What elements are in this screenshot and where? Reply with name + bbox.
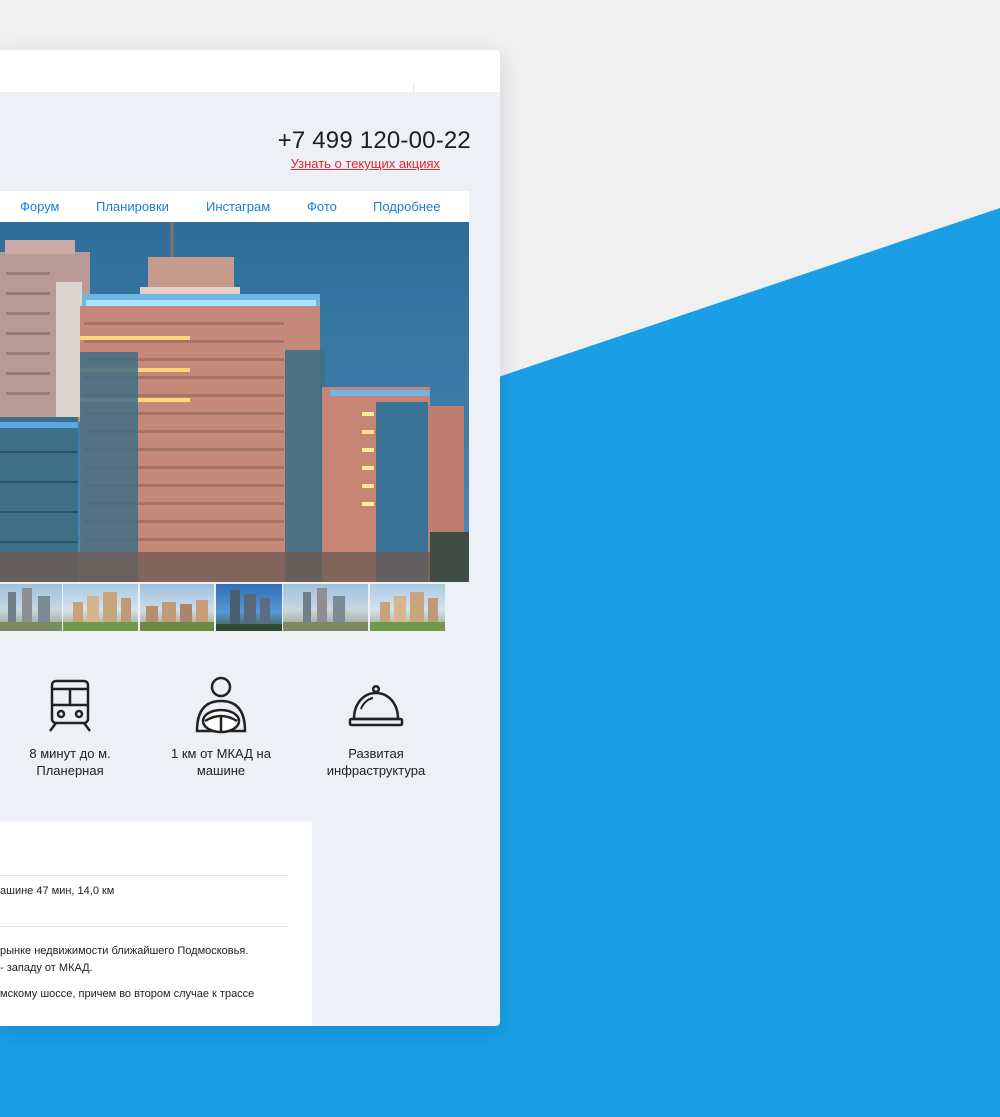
feature-metro: 8 минут до м. Планерная — [0, 675, 145, 779]
nav-item-photo[interactable]: Фото — [307, 199, 337, 214]
nav-item-forum[interactable]: Форум — [20, 199, 60, 214]
thumbnail-6[interactable] — [370, 584, 445, 631]
cloche-icon — [348, 684, 404, 727]
feature-mkad: 1 км от МКАД на машине — [146, 675, 296, 779]
feature-metro-text: 8 минут до м. Планерная — [29, 746, 111, 778]
thumbnail-4[interactable] — [216, 584, 282, 631]
phone-number[interactable]: +7 499 120-00-22 — [278, 127, 471, 155]
thumbnail-3[interactable] — [140, 584, 214, 631]
nav-item-more[interactable]: Подробнее — [373, 199, 440, 214]
website-preview-card: +7 499 120-00-22 Узнать о текущих акциях… — [0, 50, 500, 1026]
thumbnail-1[interactable] — [0, 584, 62, 631]
buildings-illustration — [0, 222, 469, 582]
route-info-text: ашине 47 мин, 14,0 км — [0, 885, 115, 897]
promo-link[interactable]: Узнать о текущих акциях — [291, 156, 440, 171]
top-bar — [0, 50, 500, 92]
divider — [413, 84, 414, 92]
hero-photo-buildings — [0, 222, 469, 582]
description-line: - западу от МКАД. — [0, 962, 93, 974]
thumbnail-5[interactable] — [283, 584, 368, 631]
feature-infrastructure: Развитая инфраструктура — [301, 675, 451, 779]
nav-item-instagram[interactable]: Инстаграм — [206, 199, 270, 214]
description-line: рынке недвижимости ближайшего Подмосковь… — [0, 945, 249, 957]
photo-thumbnails — [0, 584, 445, 631]
driver-icon — [195, 676, 247, 734]
info-panel: ашине 47 мин, 14,0 км рынке недвижимости… — [0, 822, 312, 1026]
train-icon — [49, 679, 91, 732]
description-line: мскому шоссе, причем во втором случае к … — [0, 988, 255, 1000]
divider — [0, 875, 289, 876]
features-row: 8 минут до м. Планерная 1 км от МКАД на … — [0, 675, 469, 795]
divider — [0, 926, 289, 927]
feature-mkad-text: 1 км от МКАД на машине — [171, 746, 271, 778]
feature-infrastructure-text: Развитая инфраструктура — [326, 746, 426, 778]
main-nav: Форум Планировки Инстаграм Фото Подробне… — [0, 191, 469, 222]
nav-item-plans[interactable]: Планировки — [96, 199, 169, 214]
thumbnail-2[interactable] — [63, 584, 138, 631]
